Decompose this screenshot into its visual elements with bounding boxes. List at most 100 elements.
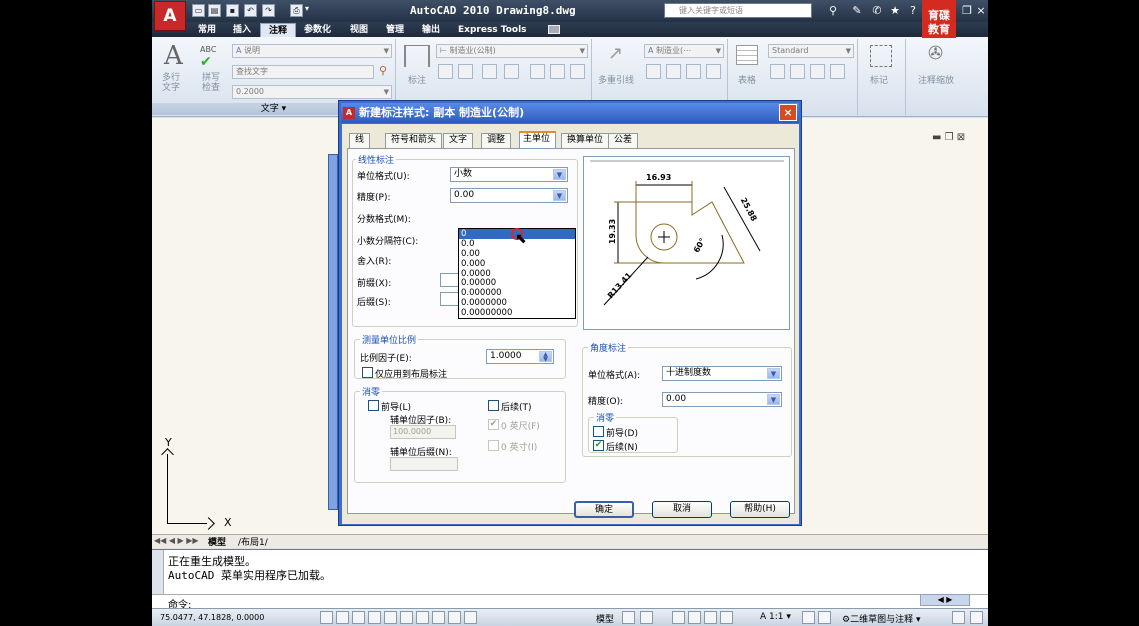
- toolbar-lock-icon[interactable]: [952, 611, 965, 624]
- annotation-scale-label[interactable]: 注释缩放: [906, 73, 966, 86]
- object-snap-tracking-icon[interactable]: [400, 611, 413, 624]
- tolerance-icon[interactable]: [530, 64, 545, 79]
- find-binoculars-icon[interactable]: ⚲: [826, 4, 840, 18]
- tab-annotate[interactable]: 注释: [260, 23, 297, 37]
- dim-break-icon[interactable]: [504, 64, 519, 79]
- quick-access-dropdown-icon[interactable]: ▾: [305, 4, 309, 13]
- workspace-switch[interactable]: ⚙二维草图与注释 ▾: [842, 612, 920, 625]
- model-space-button[interactable]: 模型: [596, 612, 614, 625]
- tab-fit[interactable]: 调整: [481, 133, 512, 148]
- precision-select[interactable]: 0.00 ▼: [450, 188, 568, 203]
- app-logo[interactable]: A: [154, 1, 186, 31]
- linear-dim-icon[interactable]: [404, 45, 430, 67]
- linear-dim-label[interactable]: 标注: [408, 73, 426, 86]
- tab-layout1[interactable]: /布局1/: [238, 535, 268, 548]
- align-leader-icon[interactable]: [686, 64, 701, 79]
- tab-tolerances[interactable]: 公差: [608, 133, 639, 148]
- help-icon[interactable]: ?: [906, 4, 920, 18]
- text-height-combo[interactable]: 0.2000 ▼: [232, 85, 392, 99]
- subscription-icon[interactable]: ✎: [850, 4, 864, 18]
- find-text-input[interactable]: 查找文字: [232, 65, 374, 79]
- tab-parametric[interactable]: 参数化: [296, 23, 339, 37]
- tab-primary-units[interactable]: 主单位: [519, 131, 557, 149]
- leading-zero-checkbox[interactable]: [368, 400, 379, 411]
- showmotion-icon[interactable]: [720, 611, 733, 624]
- table-icon[interactable]: [736, 45, 758, 65]
- inspect-icon[interactable]: [570, 64, 585, 79]
- open-icon[interactable]: ▤: [208, 4, 221, 17]
- zero-inches-checkbox[interactable]: [488, 440, 499, 451]
- tab-insert[interactable]: 插入: [225, 23, 259, 37]
- command-input-row[interactable]: 命令:: [152, 594, 988, 611]
- add-leader-icon[interactable]: [646, 64, 661, 79]
- quick-view-layouts-icon[interactable]: [622, 611, 635, 624]
- precision-option[interactable]: 0.000000: [459, 288, 575, 298]
- annotation-visibility-icon[interactable]: [802, 611, 815, 624]
- trailing-zero-checkbox[interactable]: [488, 400, 499, 411]
- zero-feet-checkbox[interactable]: ✔: [488, 419, 499, 430]
- remove-leader-icon[interactable]: [666, 64, 681, 79]
- tab-model[interactable]: 模型: [208, 535, 226, 548]
- tab-view[interactable]: 视图: [342, 23, 376, 37]
- table-tool-2-icon[interactable]: [790, 64, 805, 79]
- tab-text[interactable]: 文字: [443, 133, 474, 148]
- new-icon[interactable]: ▭: [192, 4, 205, 17]
- layout-nav-arrows-icon[interactable]: ◀◀ ◀ ▶ ▶▶: [154, 536, 199, 545]
- help-button[interactable]: 帮助(H): [730, 501, 790, 518]
- dynamic-input-icon[interactable]: [432, 611, 445, 624]
- quick-view-drawings-icon[interactable]: [640, 611, 653, 624]
- precision-option[interactable]: 0.0000: [459, 269, 575, 279]
- redo-icon[interactable]: ↷: [262, 4, 275, 17]
- precision-option[interactable]: 0.00: [459, 249, 575, 259]
- viewport-window-controls[interactable]: ▬ ❐ ⊠: [932, 132, 965, 143]
- precision-option[interactable]: 0.00000: [459, 278, 575, 289]
- auto-scale-icon[interactable]: [818, 611, 831, 624]
- precision-option[interactable]: 0.0000000: [459, 298, 575, 308]
- precision-dropdown-icon[interactable]: ▼: [553, 190, 566, 201]
- spell-check-icon[interactable]: ABC ✔: [200, 45, 216, 70]
- unit-format-select[interactable]: 小数 ▼: [450, 167, 568, 182]
- center-mark-icon[interactable]: [550, 64, 565, 79]
- undo-icon[interactable]: ↶: [244, 4, 257, 17]
- save-icon[interactable]: ▪: [226, 4, 239, 17]
- angular-precision-select[interactable]: 0.00 ▼: [662, 392, 782, 407]
- angular-trailing-checkbox[interactable]: ✔: [593, 440, 604, 451]
- ortho-mode-icon[interactable]: [352, 611, 365, 624]
- layout-only-checkbox[interactable]: [362, 367, 373, 378]
- angular-precision-dropdown-icon[interactable]: ▼: [767, 394, 780, 405]
- command-scroll-arrows-icon[interactable]: ◀ ▶: [920, 594, 970, 606]
- table-label[interactable]: 表格: [738, 73, 756, 86]
- steering-wheel-icon[interactable]: [704, 611, 717, 624]
- zoom-icon[interactable]: [688, 611, 701, 624]
- restore-icon[interactable]: ❐: [960, 4, 974, 18]
- tab-express-tools[interactable]: Express Tools: [450, 23, 535, 37]
- quick-dim-icon[interactable]: [438, 64, 453, 79]
- angular-unit-format-select[interactable]: 十进制度数 ▼: [662, 366, 782, 381]
- markup-icon[interactable]: [870, 45, 892, 67]
- lineweight-icon[interactable]: [448, 611, 461, 624]
- collect-leader-icon[interactable]: [706, 64, 721, 79]
- dim-style-combo[interactable]: ⊢ 制造业(公制) ▼: [436, 44, 588, 58]
- dialog-close-button[interactable]: ×: [779, 104, 797, 121]
- angular-leading-checkbox[interactable]: [593, 426, 604, 437]
- snap-mode-icon[interactable]: [320, 611, 333, 624]
- scale-factor-spin-icon[interactable]: ▲ ▼: [539, 351, 552, 363]
- unit-format-dropdown-icon[interactable]: ▼: [553, 169, 566, 180]
- sub-unit-suffix-input[interactable]: [390, 457, 458, 471]
- communication-icon[interactable]: ✆: [870, 4, 884, 18]
- find-text-icon[interactable]: ⚲: [379, 64, 387, 77]
- sub-unit-factor-input[interactable]: 100.0000: [390, 425, 456, 439]
- multileader-icon[interactable]: ↗: [608, 43, 623, 64]
- markup-label[interactable]: 标记: [870, 73, 888, 86]
- multiline-text-icon[interactable]: A: [164, 41, 183, 71]
- dim-space-icon[interactable]: [482, 64, 497, 79]
- grid-display-icon[interactable]: [336, 611, 349, 624]
- leader-style-combo[interactable]: A 制造业(⋯ ▼: [644, 44, 724, 58]
- precision-option[interactable]: 0.000: [459, 259, 575, 269]
- ok-button[interactable]: 确定: [574, 501, 634, 518]
- multileader-label[interactable]: 多重引线: [598, 73, 634, 86]
- annotation-scale-status[interactable]: A 1:1 ▾: [760, 612, 791, 622]
- table-tool-3-icon[interactable]: [810, 64, 825, 79]
- scale-factor-spinner[interactable]: 1.0000 ▲ ▼: [486, 349, 554, 364]
- cancel-button[interactable]: 取消: [652, 501, 712, 518]
